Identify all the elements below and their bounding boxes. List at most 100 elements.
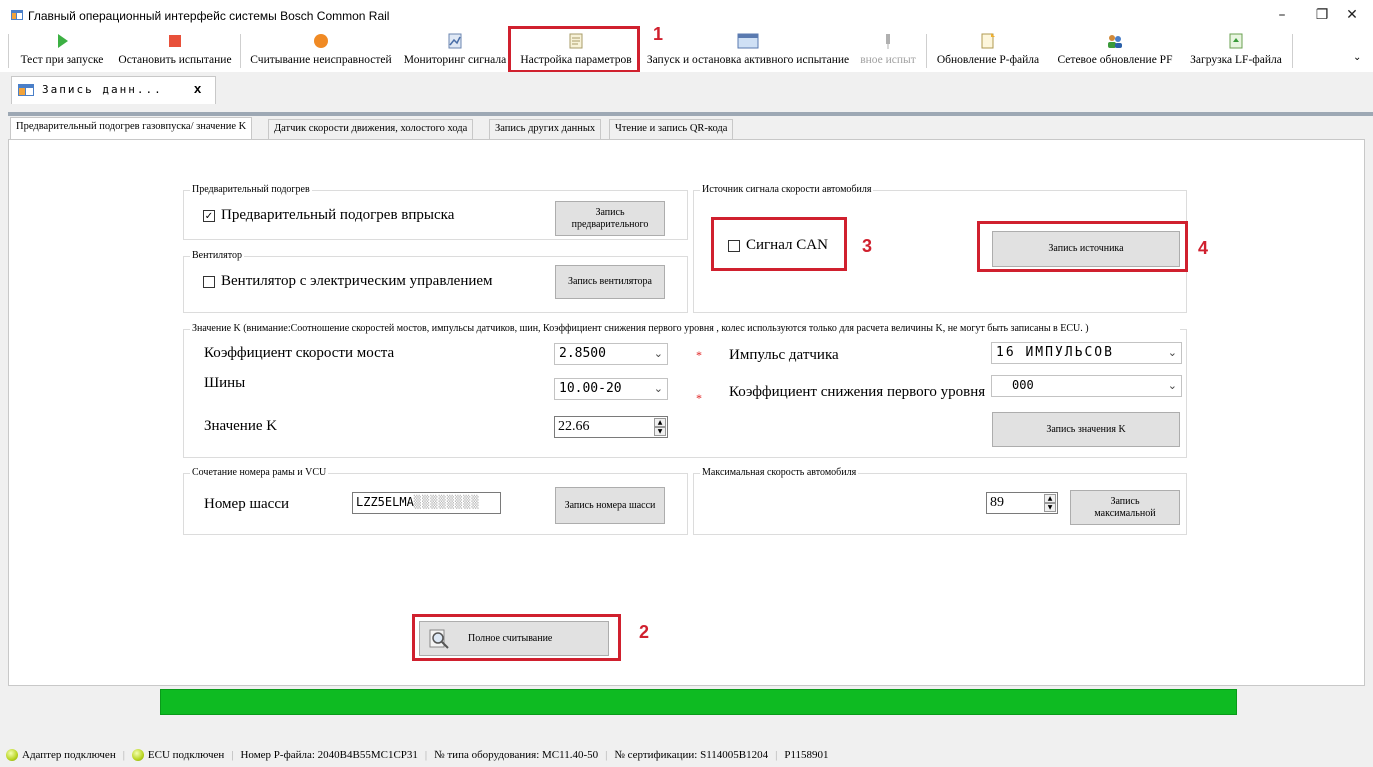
toolbar-active-test-disabled-button[interactable]: вное испыт [856,32,920,70]
chevron-down-icon: ⌄ [653,347,663,360]
fan-checkbox-row[interactable]: Вентилятор с электрическим управлением [203,273,493,290]
preheat-checkbox-label: Предварительный подогрев впрыска [221,207,455,223]
write-chassis-number-button[interactable]: Запись номера шасси [555,487,665,524]
toolbar-label: Запуск и остановка активного испытание [646,54,850,66]
annotation-number-3: 3 [862,236,873,256]
document-tab[interactable]: Запись данн... x [11,76,216,104]
max-speed-input[interactable]: 89 ▲ ▼ [986,492,1058,514]
tires-select[interactable]: 10.00-20 ⌄ [554,378,668,400]
fan-checkbox-label: Вентилятор с электрическим управлением [221,273,493,289]
sensor-pulse-value: 16 ИМПУЛЬСОВ [996,345,1114,360]
spin-up-icon[interactable]: ▲ [1044,494,1056,503]
toolbar-active-test-button[interactable]: Запуск и остановка активного испытание [642,32,854,70]
pfile-number-status: Номер P-файла: 2040B4B55MC1CP31 [240,749,418,761]
preheat-checkbox[interactable] [203,209,215,222]
required-marker: * [696,348,702,362]
first-reduction-value: 000 [1012,378,1034,392]
chassis-group-title: Сочетание номера рамы и VCU [190,467,329,478]
pin-icon [886,34,890,49]
first-reduction-label: Коэффициент снижения первого уровня [729,384,986,400]
write-fan-button[interactable]: Запись вентилятора [555,265,665,299]
annotation-number-2: 2 [639,622,650,642]
tab-qr-code[interactable]: Чтение и запись QR-кода [609,119,734,139]
p-number-status: P1158901 [784,749,829,761]
app-icon [11,10,23,20]
speed-source-group-title: Источник сигнала скорости автомобиля [700,184,874,195]
write-max-speed-button[interactable]: Запись максимальной [1070,490,1180,525]
toolbar-separator [1292,34,1293,68]
title-bar: Главный операционный интерфейс системы B… [0,0,1373,30]
tab-strip-underline [8,112,1373,116]
circle-icon [314,34,328,48]
fan-group-title: Вентилятор [190,250,245,261]
toolbar-label: Мониторинг сигнала [403,54,507,66]
toolbar-separator [240,34,241,68]
max-speed-value: 89 [990,495,1004,510]
toolbar-network-update-button[interactable]: Сетевое обновление PF [1050,32,1180,70]
annotation-box-1 [508,26,640,73]
spin-up-icon[interactable]: ▲ [654,418,666,427]
tires-value: 10.00-20 [559,381,622,396]
toolbar-label: Остановить испытание [118,54,232,66]
toolbar: Тест при запуске Остановить испытание Сч… [0,30,1373,72]
fan-checkbox[interactable] [203,275,215,288]
toolbar-load-lffile-button[interactable]: Загрузка LF-файла [1184,32,1288,70]
write-k-value-button[interactable]: Запись значения K [992,412,1180,447]
tab-other-data[interactable]: Запись других данных [489,119,602,139]
bridge-ratio-value: 2.8500 [559,346,606,361]
preheat-checkbox-row[interactable]: Предварительный подогрев впрыска [203,207,454,224]
document-tab-close-button[interactable]: x [194,81,201,96]
k-value-text: 22.66 [558,419,590,434]
first-reduction-select[interactable]: 000 ⌄ [991,375,1182,397]
minimize-button[interactable]: – [1262,4,1302,26]
chassis-number-input[interactable]: LZZ5ELMA▒▒▒▒▒▒▒▒ [352,492,501,514]
ecu-status-led-icon [131,749,144,761]
preheat-group-title: Предварительный подогрев [190,184,312,195]
stop-icon [169,35,181,47]
sensor-pulse-select[interactable]: 16 ИМПУЛЬСОВ ⌄ [991,342,1182,364]
max-speed-group-title: Максимальная скорость автомобиля [700,467,859,478]
spin-down-icon[interactable]: ▼ [1044,503,1056,512]
bridge-ratio-label: Коэффициент скорости моста [204,345,395,361]
chevron-down-icon: ⌄ [1167,346,1177,359]
bridge-ratio-select[interactable]: 2.8500 ⌄ [554,343,668,365]
toolbar-label: Загрузка LF-файла [1190,54,1282,66]
sensor-pulse-label: Импульс датчика [729,347,839,363]
window-title: Главный операционный интерфейс системы B… [28,9,390,23]
file-load-icon [1229,33,1243,49]
adapter-status-led-icon [6,749,18,761]
close-window-button[interactable]: ✕ [1332,4,1372,26]
chassis-number-value: LZZ5ELMA [356,495,414,509]
k-value-label: Значение K [204,418,278,434]
toolbar-stop-test-button[interactable]: Остановить испытание [114,32,236,70]
tires-label: Шины [204,375,246,391]
k-value-input[interactable]: 22.66 ▲ ▼ [554,416,668,438]
annotation-box-3 [711,217,847,271]
toolbar-update-pfile-button[interactable]: Обновление Р-файла [930,32,1046,70]
required-marker: * [696,391,702,405]
status-bar: Адаптер подключен | ECU подключен | Номе… [0,745,1373,767]
toolbar-label: вное испыт [860,54,916,66]
chassis-number-label: Номер шасси [204,496,289,512]
toolbar-read-faults-button[interactable]: Считывание неисправностей [244,32,398,70]
play-icon [58,34,68,48]
file-update-icon [981,33,995,49]
toolbar-separator [926,34,927,68]
document-tab-label: Запись данн... [42,83,163,96]
annotation-number-1: 1 [653,24,664,44]
tab-speed-sensor[interactable]: Датчик скорости движения, холостого хода [268,119,474,139]
certification-status: № сертификации: S114005B1204 [614,749,769,761]
write-preheat-button[interactable]: Запись предварительного [555,201,665,236]
k-value-group-title: Значение K (внимание:Соотношение скорост… [190,323,1180,335]
equipment-type-status: № типа оборудования: MC11.40-50 [434,749,599,761]
tab-preheat-k[interactable]: Предварительный подогрев газовпуска/ зна… [10,117,253,140]
annotation-box-2 [412,614,621,661]
chevron-down-icon: ⌄ [1167,379,1177,392]
spin-down-icon[interactable]: ▼ [654,427,666,436]
adapter-status: Адаптер подключен [22,749,116,761]
annotation-number-4: 4 [1198,238,1209,258]
toolbar-start-test-button[interactable]: Тест при запуске [12,32,112,70]
toolbar-overflow-button[interactable]: ⌄ [1353,52,1361,63]
chevron-down-icon: ⌄ [653,382,663,395]
toolbar-monitor-signal-button[interactable]: Мониторинг сигнала [400,32,510,70]
